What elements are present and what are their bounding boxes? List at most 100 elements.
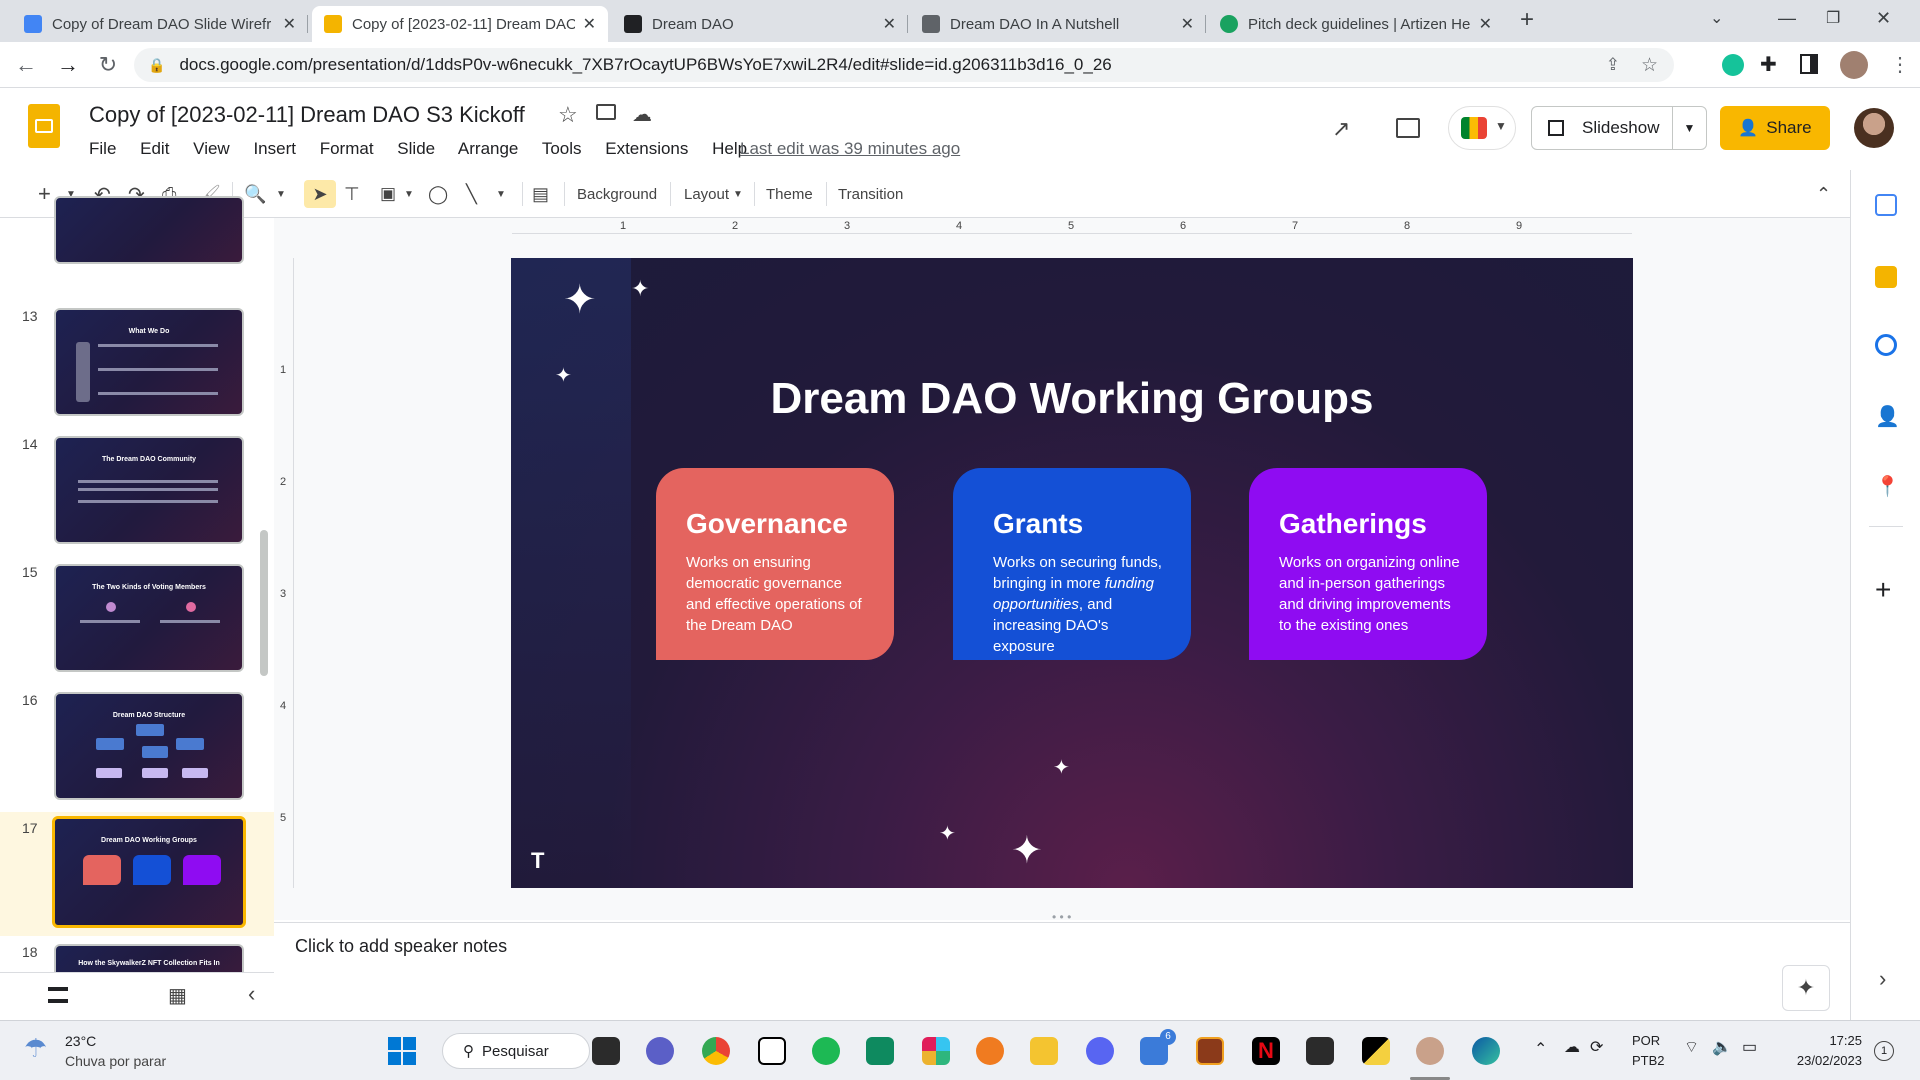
browser-menu-kebab-icon[interactable]: ⋮ — [1890, 52, 1910, 77]
sticky-notes-icon[interactable] — [1362, 1037, 1390, 1065]
spotify-icon[interactable] — [812, 1037, 840, 1065]
menu-edit[interactable]: Edit — [140, 139, 169, 158]
back-arrow-icon[interactable]: ← — [12, 51, 40, 79]
forward-arrow-icon[interactable]: → — [54, 51, 82, 79]
share-button[interactable]: 👤 Share — [1720, 106, 1830, 150]
bookmark-star-icon[interactable]: ☆ — [1641, 54, 1658, 77]
maps-pin-icon[interactable]: 📍 — [1875, 474, 1900, 498]
menu-view[interactable]: View — [193, 139, 230, 158]
close-tab-icon[interactable]: ✕ — [583, 14, 596, 34]
select-pointer-icon[interactable]: ➤ — [304, 180, 336, 208]
clock-time[interactable]: 17:25 — [1780, 1033, 1862, 1048]
shape-icon[interactable]: ◯ — [428, 180, 448, 208]
background-button[interactable]: Background — [577, 180, 657, 208]
onedrive-cloud-icon[interactable]: ☁ — [1564, 1037, 1580, 1057]
browser-tab-1[interactable]: Copy of Dream DAO Slide Wirefr ✕ — [12, 6, 308, 42]
star-document-icon[interactable]: ☆ — [558, 102, 578, 128]
speaker-notes-placeholder[interactable]: Click to add speaker notes — [295, 936, 507, 957]
menu-slide[interactable]: Slide — [397, 139, 435, 158]
governance-card[interactable]: Governance Works on ensuring democratic … — [656, 468, 894, 660]
expand-side-panel-chevron-icon[interactable]: › — [1879, 966, 1886, 992]
clock-date[interactable]: 23/02/2023 — [1780, 1053, 1862, 1068]
blender-icon[interactable] — [976, 1037, 1004, 1065]
close-tab-icon[interactable]: ✕ — [283, 14, 296, 34]
share-page-icon[interactable]: ⇪ — [1606, 55, 1620, 75]
menu-format[interactable]: Format — [320, 139, 374, 158]
filmstrip-view-icon[interactable] — [48, 987, 68, 1003]
menu-insert[interactable]: Insert — [253, 139, 296, 158]
transition-button[interactable]: Transition — [838, 180, 903, 208]
zoom-icon[interactable]: 🔍 — [244, 180, 266, 208]
slideshow-button[interactable]: Slideshow — [1532, 107, 1672, 149]
comments-icon[interactable] — [1396, 118, 1420, 138]
document-title[interactable]: Copy of [2023-02-11] Dream DAO S3 Kickof… — [89, 102, 525, 128]
slack-icon[interactable] — [922, 1037, 950, 1065]
volume-icon[interactable]: 🔈 — [1712, 1037, 1732, 1057]
language-top[interactable]: POR — [1632, 1033, 1660, 1048]
weather-description[interactable]: Chuva por parar — [65, 1053, 166, 1069]
calendar-icon[interactable] — [1875, 194, 1897, 216]
edge-icon[interactable] — [1472, 1037, 1500, 1065]
taskbar-search[interactable]: ⚲ Pesquisar — [442, 1033, 590, 1069]
close-tab-icon[interactable]: ✕ — [1479, 14, 1492, 34]
zoom-caret-icon[interactable]: ▼ — [276, 180, 286, 208]
layout-button[interactable]: Layout ▼ — [684, 180, 743, 208]
menu-extensions[interactable]: Extensions — [605, 139, 688, 158]
meet-button[interactable]: ▼ — [1448, 106, 1516, 150]
whatsapp-business-icon[interactable] — [866, 1037, 894, 1065]
discord-icon[interactable] — [1086, 1037, 1114, 1065]
chat-app-icon[interactable] — [646, 1037, 674, 1065]
slide-thumbnail-13[interactable]: What We Do — [54, 308, 244, 416]
menu-arrange[interactable]: Arrange — [458, 139, 518, 158]
windows-start-icon[interactable] — [388, 1037, 416, 1065]
browser-tab-2[interactable]: Copy of [2023-02-11] Dream DAO ✕ — [312, 6, 608, 42]
reload-icon[interactable]: ↻ — [94, 51, 122, 79]
gatherings-card[interactable]: Gatherings Works on organizing online an… — [1249, 468, 1487, 660]
insert-image-icon[interactable]: ▣ — [380, 180, 396, 208]
url-omnibox[interactable]: 🔒 docs.google.com/presentation/d/1ddsP0v… — [134, 48, 1674, 82]
side-panel-icon[interactable] — [1800, 54, 1818, 74]
last-edit-link[interactable]: Last edit was 39 minutes ago — [740, 139, 960, 159]
slideshow-options-caret-icon[interactable]: ▼ — [1672, 107, 1706, 149]
slide-thumbnail-16[interactable]: Dream DAO Structure — [54, 692, 244, 800]
notion-icon[interactable] — [758, 1037, 786, 1065]
collapse-menus-chevron-icon[interactable]: ⌃ — [1816, 180, 1831, 208]
grants-card[interactable]: Grants Works on securing funds, bringing… — [953, 468, 1191, 660]
move-folder-icon[interactable] — [596, 104, 616, 120]
tab-search-chevron-icon[interactable]: ⌄ — [1710, 8, 1723, 28]
line-icon[interactable]: ╲ — [466, 180, 477, 208]
new-slide-plus-icon[interactable]: + — [38, 180, 51, 208]
chrome-icon[interactable] — [702, 1037, 730, 1065]
slides-logo-icon[interactable] — [28, 104, 60, 148]
battery-icon[interactable]: ▭ — [1742, 1037, 1757, 1057]
account-avatar[interactable] — [1854, 108, 1894, 148]
keep-icon[interactable] — [1875, 266, 1897, 288]
profile-avatar[interactable] — [1840, 51, 1868, 79]
activity-trend-icon[interactable]: ↗ — [1332, 116, 1350, 142]
notion-calendar-icon[interactable] — [1306, 1037, 1334, 1065]
slide-thumbnail-17-selected[interactable]: Dream DAO Working Groups — [52, 816, 246, 928]
speaker-notes-area[interactable]: Click to add speaker notes ✦ — [274, 922, 1850, 1020]
browser-tab-3[interactable]: Dream DAO ✕ — [612, 6, 908, 42]
text-box-icon[interactable]: ⊤ — [344, 180, 360, 208]
filmstrip-scrollbar[interactable] — [260, 530, 268, 676]
tasks-icon[interactable] — [1875, 334, 1897, 356]
slide-title[interactable]: Dream DAO Working Groups — [511, 374, 1633, 424]
file-explorer-icon[interactable] — [1030, 1037, 1058, 1065]
weather-temperature[interactable]: 23°C — [65, 1033, 96, 1049]
close-window-icon[interactable]: ✕ — [1876, 8, 1891, 29]
menu-tools[interactable]: Tools — [542, 139, 582, 158]
chrome-profile-icon[interactable] — [1416, 1037, 1444, 1065]
theme-button[interactable]: Theme — [766, 180, 813, 208]
close-tab-icon[interactable]: ✕ — [883, 14, 896, 34]
minimize-icon[interactable]: — — [1778, 8, 1796, 29]
collapse-filmstrip-chevron-icon[interactable]: ‹ — [248, 981, 255, 1007]
current-slide[interactable]: ✦ ✦ ✦ ✦ ✦ ✦ Dream DAO Working Groups Gov… — [511, 258, 1633, 888]
browser-tab-4[interactable]: Dream DAO In A Nutshell ✕ — [910, 6, 1206, 42]
sync-icon[interactable]: ⟳ — [1590, 1037, 1603, 1057]
app-icon[interactable] — [1196, 1037, 1224, 1065]
task-view-icon[interactable] — [592, 1037, 620, 1065]
slide-thumbnail-14[interactable]: The Dream DAO Community — [54, 436, 244, 544]
slide-thumbnail-15[interactable]: The Two Kinds of Voting Members — [54, 564, 244, 672]
close-tab-icon[interactable]: ✕ — [1181, 14, 1194, 34]
